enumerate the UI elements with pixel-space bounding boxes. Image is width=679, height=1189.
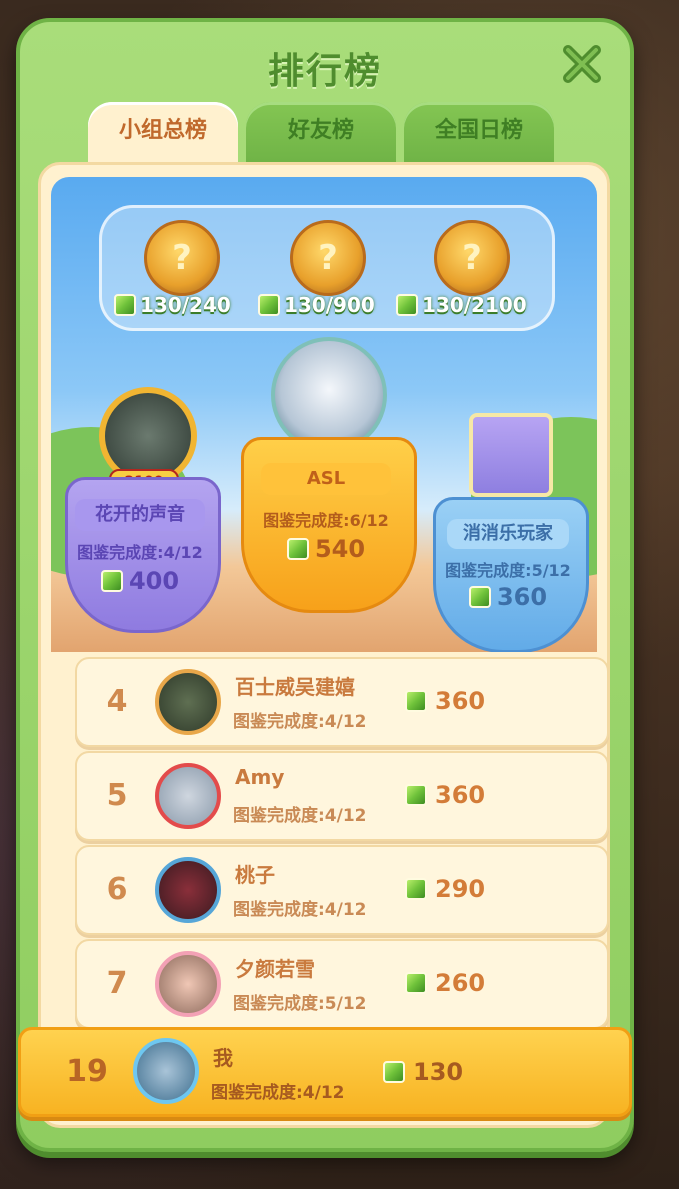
- player-score: 290: [405, 875, 485, 903]
- podium-scene: ? 130/240 ? 130/900 ? 130/2100 花开的声音 图鉴完…: [51, 177, 597, 652]
- podium-degree: 图鉴完成度:5/12: [445, 561, 571, 580]
- player-score: 360: [405, 781, 485, 809]
- reward-progress-1: 130/240: [114, 293, 231, 317]
- list-item[interactable]: 4 百士威吴建嬉 图鉴完成度:4/12 360: [75, 657, 609, 747]
- cube-icon: [405, 972, 427, 994]
- player-name: Amy: [235, 765, 285, 789]
- podium-score: 400: [65, 567, 215, 595]
- podium-second[interactable]: 2100 花开的声音 图鉴完成度:4/12 400: [65, 387, 221, 633]
- podium-name: 花开的声音: [75, 499, 205, 531]
- rank-number: 19: [66, 1054, 108, 1089]
- reward-chest-bar: ? 130/240 ? 130/900 ? 130/2100: [99, 205, 555, 331]
- tab-friends[interactable]: 好友榜: [246, 102, 396, 164]
- player-name: 百士威吴建嬉: [235, 675, 355, 699]
- cube-icon: [258, 294, 280, 316]
- rank-number: 4: [106, 684, 128, 719]
- avatar: [271, 337, 387, 453]
- avatar: [155, 763, 221, 829]
- close-icon[interactable]: [560, 42, 604, 86]
- cube-icon: [405, 784, 427, 806]
- cube-icon: [405, 878, 427, 900]
- reward-progress-3: 130/2100: [396, 293, 527, 317]
- podium-name: 消消乐玩家: [447, 519, 569, 549]
- avatar: [133, 1038, 199, 1104]
- reward-chest-2-icon[interactable]: ?: [290, 220, 366, 296]
- rank-number: 6: [106, 872, 128, 907]
- player-name: 桃子: [235, 863, 275, 887]
- cube-icon: [383, 1061, 405, 1083]
- cube-icon: [396, 294, 418, 316]
- player-degree: 图鉴完成度:5/12: [233, 994, 367, 1014]
- player-degree: 图鉴完成度:4/12: [233, 712, 367, 732]
- leaderboard-panel: 排行榜 小组总榜 好友榜 全国日榜 ? 130/240 ? 130/900 ? …: [16, 18, 634, 1152]
- player-name: 我: [213, 1046, 233, 1070]
- leaderboard-content: ? 130/240 ? 130/900 ? 130/2100 花开的声音 图鉴完…: [38, 162, 610, 1128]
- tab-bar: 小组总榜 好友榜 全国日榜: [88, 102, 554, 170]
- list-item[interactable]: 5 Amy 图鉴完成度:4/12 360: [75, 751, 609, 841]
- tab-national-daily[interactable]: 全国日榜: [404, 102, 554, 164]
- player-name: 夕颜若雪: [235, 957, 315, 981]
- player-degree: 图鉴完成度:4/12: [233, 900, 367, 920]
- podium-name: ASL: [261, 463, 391, 495]
- player-degree: 图鉴完成度:4/12: [233, 806, 367, 826]
- cube-icon: [468, 586, 491, 608]
- podium-third[interactable]: 消消乐玩家 图鉴完成度:5/12 360: [433, 413, 589, 652]
- rank-number: 7: [106, 966, 128, 1001]
- avatar: [155, 951, 221, 1017]
- rank-number: 5: [106, 778, 128, 813]
- player-degree: 图鉴完成度:4/12: [211, 1083, 345, 1103]
- avatar: [469, 413, 553, 497]
- podium-degree: 图鉴完成度:6/12: [263, 511, 389, 530]
- list-item[interactable]: 6 桃子 图鉴完成度:4/12 290: [75, 845, 609, 935]
- cube-icon: [114, 294, 136, 316]
- panel-title: 排行榜: [267, 51, 382, 92]
- my-rank-row[interactable]: 19 我 图鉴完成度:4/12 130: [18, 1027, 632, 1117]
- player-score: 130: [383, 1058, 463, 1086]
- tab-group-total[interactable]: 小组总榜: [88, 102, 238, 170]
- avatar: [155, 857, 221, 923]
- avatar: [155, 669, 221, 735]
- list-item[interactable]: 7 夕颜若雪 图鉴完成度:5/12 260: [75, 939, 609, 1029]
- podium-score: 360: [433, 583, 583, 611]
- cube-icon: [405, 690, 427, 712]
- cube-icon: [100, 570, 123, 592]
- reward-chest-3-icon[interactable]: ?: [434, 220, 510, 296]
- reward-chest-1-icon[interactable]: ?: [144, 220, 220, 296]
- player-score: 260: [405, 969, 485, 997]
- podium-score: 540: [241, 535, 411, 563]
- reward-progress-2: 130/900: [258, 293, 375, 317]
- player-score: 360: [405, 687, 485, 715]
- podium-degree: 图鉴完成度:4/12: [77, 543, 203, 562]
- podium-first[interactable]: ASL 图鉴完成度:6/12 540: [241, 337, 417, 613]
- cube-icon: [286, 538, 309, 560]
